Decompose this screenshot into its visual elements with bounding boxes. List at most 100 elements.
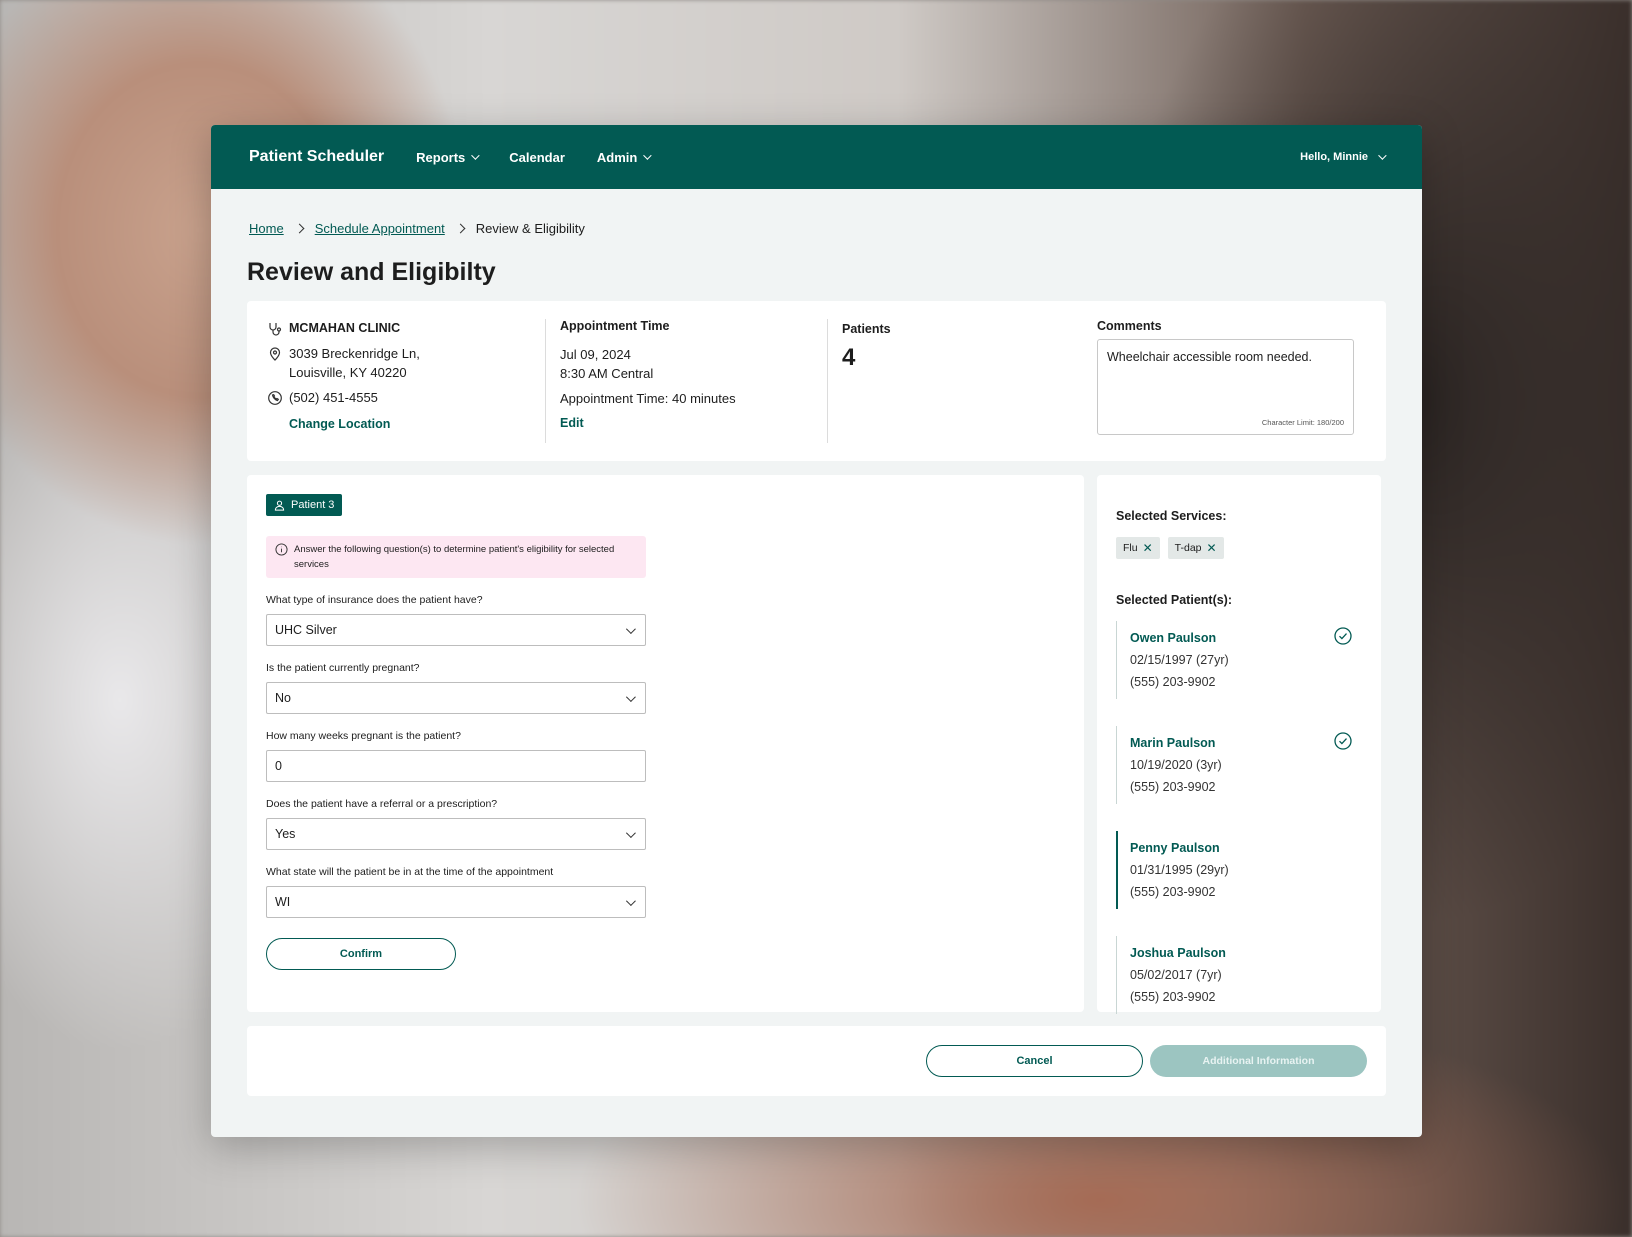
comments-textarea[interactable]: Wheelchair accessible room needed. Chara… <box>1097 339 1354 435</box>
appointment-summary: MCMAHAN CLINIC 3039 Breckenridge Ln, Lou… <box>247 301 1386 461</box>
patient-phone: (555) 203-9902 <box>1130 780 1216 794</box>
chevron-right-icon <box>455 223 466 234</box>
stethoscope-icon <box>269 323 282 336</box>
chevron-down-icon <box>625 827 636 838</box>
patient-tag: Patient 3 <box>266 494 343 516</box>
appointment-time-label: Appointment Time <box>560 319 670 333</box>
state-select[interactable]: WI <box>266 886 646 918</box>
patient-item-marin[interactable]: Marin Paulson 10/19/2020 (3yr) (555) 203… <box>1116 726 1362 804</box>
selected-patients-title: Selected Patient(s): <box>1116 593 1233 607</box>
patient-dob: 10/19/2020 (3yr) <box>1130 758 1222 772</box>
chevron-down-icon <box>471 151 480 160</box>
patient-item-joshua[interactable]: Joshua Paulson 05/02/2017 (7yr) (555) 20… <box>1116 936 1362 1014</box>
chevron-down-icon <box>625 895 636 906</box>
edit-time-link[interactable]: Edit <box>560 416 584 430</box>
change-location-link[interactable]: Change Location <box>289 417 390 431</box>
appointment-date: Jul 09, 2024 <box>560 347 631 362</box>
eligibility-form: Patient 3 Answer the following question(… <box>247 475 1084 1012</box>
patient-phone: (555) 203-9902 <box>1130 885 1216 899</box>
info-icon <box>275 543 288 556</box>
service-chip-label: T-dap <box>1174 542 1202 554</box>
selection-sidebar: Selected Services: Flu ✕ T-dap ✕ Selecte… <box>1097 475 1381 1014</box>
patient-phone: (555) 203-9902 <box>1130 990 1216 1004</box>
phone-icon <box>268 391 282 405</box>
chevron-down-icon <box>625 691 636 702</box>
service-chip-label: Flu <box>1123 542 1138 554</box>
patient-dob: 02/15/1997 (27yr) <box>1130 653 1229 667</box>
nav-reports-label: Reports <box>416 149 466 165</box>
nav-admin[interactable]: Admin <box>596 149 653 165</box>
patient-item-penny[interactable]: Penny Paulson 01/31/1995 (29yr) (555) 20… <box>1116 831 1362 909</box>
patient-name: Marin Paulson <box>1130 736 1216 750</box>
check-circle-icon <box>1334 627 1352 645</box>
weeks-pregnant-input[interactable]: 0 <box>266 750 646 782</box>
referral-value: Yes <box>275 827 296 841</box>
patient-dob: 05/02/2017 (7yr) <box>1130 968 1222 982</box>
eligibility-info-alert: Answer the following question(s) to dete… <box>266 536 646 578</box>
clinic-info: MCMAHAN CLINIC 3039 Breckenridge Ln, Lou… <box>265 319 545 443</box>
clinic-name: MCMAHAN CLINIC <box>289 321 401 335</box>
question-weeks-label: How many weeks pregnant is the patient? <box>266 730 461 742</box>
state-value: WI <box>275 895 291 909</box>
service-chips: Flu ✕ T-dap ✕ <box>1116 537 1362 559</box>
character-limit: Character Limit: 180/200 <box>1261 418 1344 427</box>
pregnant-select[interactable]: No <box>266 682 646 714</box>
location-pin-icon <box>269 347 281 361</box>
patient-name: Joshua Paulson <box>1130 946 1226 960</box>
person-icon <box>274 500 285 511</box>
insurance-select[interactable]: UHC Silver <box>266 614 646 646</box>
question-referral-label: Does the patient have a referral or a pr… <box>266 798 498 810</box>
action-footer: Cancel Additional Information <box>247 1026 1386 1096</box>
patient-tag-label: Patient 3 <box>291 499 335 511</box>
user-menu[interactable]: Hello, Minnie <box>1300 151 1387 163</box>
referral-select[interactable]: Yes <box>266 818 646 850</box>
patient-list: Owen Paulson 02/15/1997 (27yr) (555) 203… <box>1116 621 1362 1014</box>
cancel-button[interactable]: Cancel <box>926 1045 1143 1077</box>
info-text: Answer the following question(s) to dete… <box>294 544 615 570</box>
chevron-down-icon <box>1378 151 1387 160</box>
appointment-duration: Appointment Time: 40 minutes <box>560 391 736 406</box>
patients-label: Patients <box>842 322 891 336</box>
patient-name: Owen Paulson <box>1130 631 1217 645</box>
nav-reports[interactable]: Reports <box>416 149 480 165</box>
question-pregnant-label: Is the patient currently pregnant? <box>266 662 420 674</box>
breadcrumb: Home Schedule Appointment Review & Eligi… <box>249 221 1386 236</box>
breadcrumb-current: Review & Eligibility <box>475 221 585 236</box>
nav-calendar[interactable]: Calendar <box>509 150 565 165</box>
address-line2: Louisville, KY 40220 <box>289 365 407 380</box>
main-content: Home Schedule Appointment Review & Eligi… <box>211 221 1422 1096</box>
nav-admin-label: Admin <box>596 149 638 165</box>
service-chip-flu: Flu ✕ <box>1116 537 1160 559</box>
service-chip-tdap: T-dap ✕ <box>1167 537 1224 559</box>
address-line1: 3039 Breckenridge Ln, <box>289 346 420 361</box>
breadcrumb-home[interactable]: Home <box>249 221 284 236</box>
close-icon[interactable]: ✕ <box>1143 541 1153 555</box>
patients-info: Patients 4 <box>827 319 1097 443</box>
appointment-time-info: Appointment Time Jul 09, 2024 8:30 AM Ce… <box>545 319 827 443</box>
patient-name: Penny Paulson <box>1130 841 1220 855</box>
close-icon[interactable]: ✕ <box>1207 541 1217 555</box>
question-state-label: What state will the patient be in at the… <box>266 866 554 878</box>
page-title: Review and Eligibilty <box>247 258 496 286</box>
chevron-down-icon <box>625 623 636 634</box>
brand-title[interactable]: Patient Scheduler <box>249 148 384 166</box>
additional-information-button[interactable]: Additional Information <box>1150 1045 1367 1077</box>
patients-count: 4 <box>842 344 856 371</box>
comments-section: Comments Wheelchair accessible room need… <box>1097 319 1368 443</box>
selected-services-title: Selected Services: <box>1116 509 1227 523</box>
check-circle-icon <box>1334 732 1352 750</box>
user-greeting: Hello, Minnie <box>1300 151 1368 163</box>
confirm-button[interactable]: Confirm <box>266 938 456 970</box>
comments-text: Wheelchair accessible room needed. <box>1107 350 1312 364</box>
insurance-value: UHC Silver <box>275 623 337 637</box>
chevron-down-icon <box>643 151 653 160</box>
pregnant-value: No <box>275 691 291 705</box>
patient-item-owen[interactable]: Owen Paulson 02/15/1997 (27yr) (555) 203… <box>1116 621 1362 699</box>
nav-calendar-label: Calendar <box>509 149 565 165</box>
patient-dob: 01/31/1995 (29yr) <box>1130 863 1229 877</box>
weeks-value: 0 <box>275 759 282 773</box>
top-nav: Patient Scheduler Reports Calendar Admin… <box>211 125 1422 189</box>
appointment-time: 8:30 AM Central <box>560 366 654 381</box>
patient-phone: (555) 203-9902 <box>1130 675 1216 689</box>
breadcrumb-schedule-appointment[interactable]: Schedule Appointment <box>315 221 445 236</box>
